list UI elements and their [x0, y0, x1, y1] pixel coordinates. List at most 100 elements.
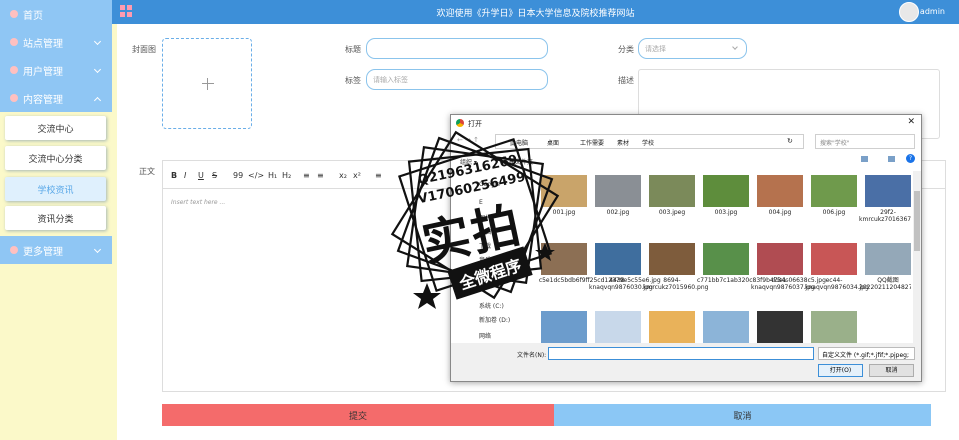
sub-item-news-category[interactable]: 资讯分类	[5, 206, 106, 230]
file-thumbnail[interactable]	[595, 243, 641, 275]
file-name[interactable]: ec44-knaqvqn9876034.jpg	[805, 277, 869, 291]
breadcrumb-item[interactable]: 素材	[617, 138, 629, 147]
file-name[interactable]: 8694-kmrcukz7015960.png	[643, 277, 708, 291]
breadcrumb-item[interactable]: 学校	[642, 138, 654, 147]
cover-upload[interactable]	[162, 38, 252, 129]
nav-more[interactable]: 更多管理	[0, 236, 112, 264]
dialog-search-input[interactable]: 搜索"学校"	[815, 134, 915, 149]
ordered-list-button[interactable]: ≡	[303, 171, 310, 180]
filename-input[interactable]	[548, 347, 814, 360]
cancel-button[interactable]: 取消	[554, 404, 931, 426]
strike-button[interactable]: S	[212, 171, 217, 180]
refresh-icon[interactable]: ↻	[787, 137, 793, 145]
sub-item-exchange[interactable]: 交流中心	[5, 116, 106, 140]
file-name[interactable]: QQ截图20220211204827.png	[859, 277, 911, 291]
file-name[interactable]: 003.jpeg	[643, 209, 701, 216]
sidebar: 首页 站点管理 用户管理 内容管理 交流中心 交流中心分类 学校资讯 资讯分类 …	[0, 0, 112, 440]
file-name[interactable]: c771bb7c1ab320c83f9b4734c06638c5.jpg	[697, 277, 826, 284]
dialog-scrollbar[interactable]	[913, 171, 921, 343]
bold-button[interactable]: B	[171, 171, 177, 180]
home-icon	[10, 10, 18, 18]
subscript-button[interactable]: x₂	[339, 171, 347, 180]
file-name[interactable]: dde1-knaqvqn9876037.jpg	[751, 277, 815, 291]
file-thumbnail[interactable]	[811, 175, 857, 207]
help-icon[interactable]: ?	[906, 154, 915, 163]
file-name[interactable]: 4438-knaqvqn9876030.jpg	[589, 277, 653, 291]
file-thumbnail[interactable]	[757, 243, 803, 275]
file-thumbnail[interactable]	[757, 175, 803, 207]
chevron-down-icon	[732, 44, 738, 50]
file-name[interactable]: 002.jpg	[589, 209, 647, 216]
file-thumbnail[interactable]	[865, 243, 911, 275]
file-thumbnail[interactable]	[757, 311, 803, 343]
sub-item-exchange-category[interactable]: 交流中心分类	[5, 146, 106, 170]
view-icon[interactable]	[861, 156, 868, 162]
site-icon	[10, 38, 18, 46]
nav-content[interactable]: 内容管理	[0, 84, 112, 112]
bullet-list-button[interactable]: ≡	[317, 171, 324, 180]
editor-placeholder: Insert text here ...	[171, 199, 226, 206]
open-button[interactable]: 打开(O)	[818, 364, 863, 377]
chevron-down-icon	[93, 37, 102, 46]
tree-item[interactable]: 新加卷 (D:)	[479, 315, 510, 324]
dialog-cancel-button[interactable]: 取消	[869, 364, 914, 377]
nav-site[interactable]: 站点管理	[0, 28, 112, 56]
file-thumbnail[interactable]	[811, 243, 857, 275]
close-icon[interactable]: ✕	[907, 117, 915, 127]
italic-button[interactable]: I	[184, 171, 186, 180]
breadcrumb-item[interactable]: 工作需要	[580, 138, 604, 147]
watermark-stamp: Q2196316269 V17060256499 实拍 全微程序	[375, 115, 575, 315]
avatar[interactable]	[899, 2, 919, 22]
username[interactable]: admin	[920, 7, 945, 16]
file-name[interactable]: 29f2-kmrcukz7016367.png	[859, 209, 911, 223]
file-thumbnail[interactable]	[649, 243, 695, 275]
category-label: 分类	[618, 45, 634, 54]
file-grid: 001.jpg 002.jpg 003.jpeg 003.jpg 004.jpg 006.…	[539, 171, 911, 343]
pane-icon[interactable]	[888, 156, 895, 162]
topbar: 欢迎使用《升学日》日本大学信息及院校推荐网站 admin	[112, 0, 959, 24]
title-label: 标题	[345, 45, 361, 54]
body-label: 正文	[139, 167, 155, 176]
h1-button[interactable]: H₁	[268, 171, 277, 180]
site-title: 欢迎使用《升学日》日本大学信息及院校推荐网站	[436, 9, 635, 19]
nav-user[interactable]: 用户管理	[0, 56, 112, 84]
underline-button[interactable]: U	[198, 171, 204, 180]
more-icon	[10, 246, 18, 254]
submit-button[interactable]: 提交	[162, 404, 554, 426]
tag-input[interactable]: 请输入标签	[366, 69, 548, 90]
tree-item[interactable]: 网络	[479, 331, 491, 340]
plus-icon	[202, 78, 214, 90]
file-thumbnail[interactable]	[703, 243, 749, 275]
file-thumbnail[interactable]	[649, 175, 695, 207]
desc-label: 描述	[618, 76, 634, 85]
file-thumbnail[interactable]	[865, 175, 911, 207]
nav-home[interactable]: 首页	[0, 0, 112, 28]
file-thumbnail[interactable]	[595, 175, 641, 207]
chevron-down-icon	[93, 65, 102, 74]
file-thumbnail[interactable]	[649, 311, 695, 343]
file-thumbnail[interactable]	[703, 311, 749, 343]
tag-label: 标签	[345, 76, 361, 85]
file-thumbnail[interactable]	[703, 175, 749, 207]
chevron-down-icon	[93, 245, 102, 254]
file-thumbnail[interactable]	[595, 311, 641, 343]
file-name[interactable]: 004.jpg	[751, 209, 809, 216]
cover-label: 封面图	[132, 45, 156, 54]
filetype-select[interactable]: 自定义文件 (*.gif;*.jfif;*.pjpeg;	[818, 347, 915, 360]
file-name[interactable]: 003.jpg	[697, 209, 755, 216]
superscript-button[interactable]: x²	[353, 171, 361, 180]
quote-button[interactable]: 99	[233, 171, 243, 180]
dialog-footer: 文件名(N): 自定义文件 (*.gif;*.jfif;*.pjpeg; 打开(…	[451, 343, 921, 381]
code-button[interactable]: </>	[248, 171, 264, 180]
file-thumbnail[interactable]	[811, 311, 857, 343]
file-name[interactable]: 006.jpg	[805, 209, 863, 216]
h2-button[interactable]: H₂	[282, 171, 291, 180]
category-select[interactable]: 请选择	[638, 38, 747, 59]
file-thumbnail[interactable]	[541, 311, 587, 343]
title-input[interactable]	[366, 38, 548, 59]
user-icon	[10, 66, 18, 74]
chevron-up-icon	[93, 96, 102, 105]
filename-label: 文件名(N):	[517, 352, 547, 359]
content-icon	[10, 94, 18, 102]
sub-item-school-news[interactable]: 学校资讯	[5, 177, 106, 201]
